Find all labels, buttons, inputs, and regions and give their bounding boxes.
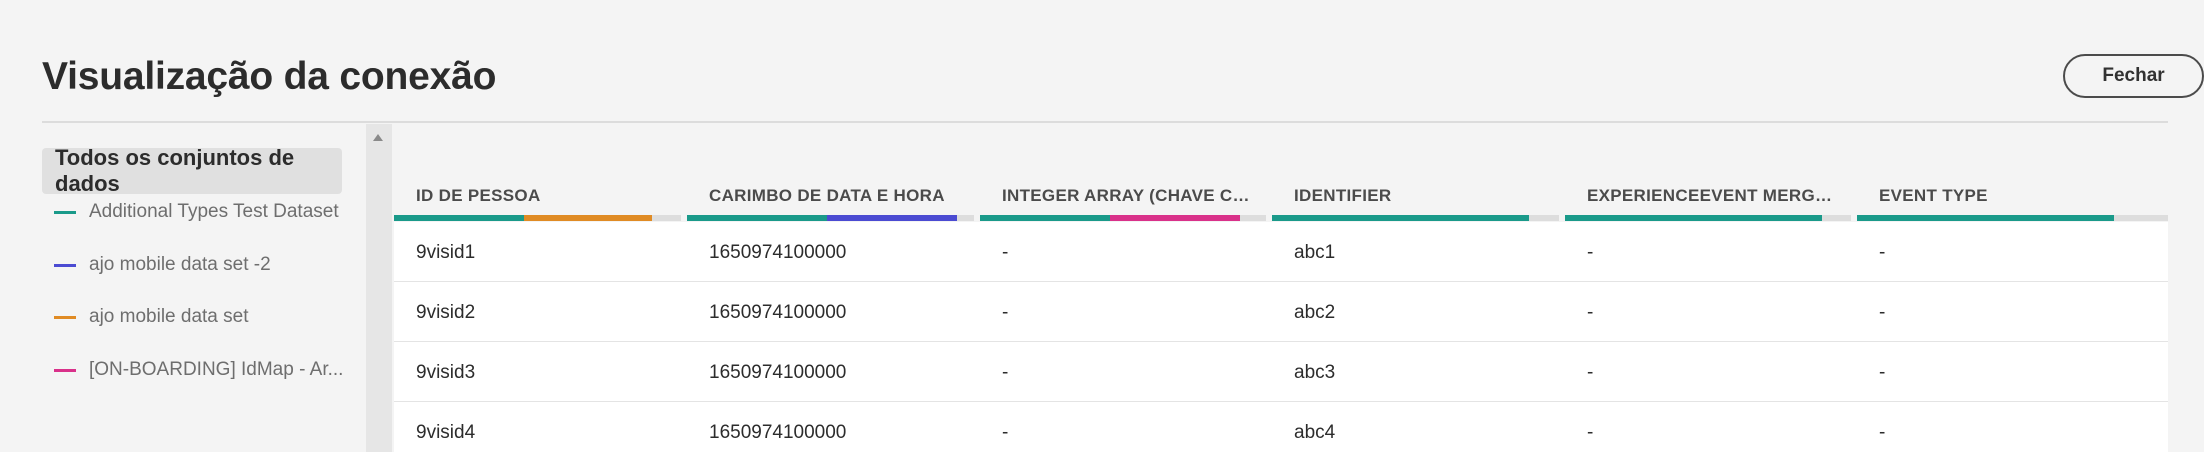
table-cell: - <box>1002 362 1009 383</box>
table-row: 9visid2 1650974100000 - abc2 - - <box>394 282 2168 342</box>
column-dataset-bar <box>1272 215 1559 221</box>
table-cell: 9visid1 <box>416 242 476 263</box>
table-cell: 9visid3 <box>416 362 476 383</box>
dataset-label: Additional Types Test Dataset <box>89 201 339 222</box>
dataset-color-swatch <box>54 210 76 214</box>
table-cell: - <box>1587 362 1594 383</box>
column-dataset-bar <box>1565 215 1851 221</box>
scroll-up-arrow-icon[interactable] <box>373 134 383 141</box>
sidebar-scrollbar[interactable] <box>366 124 392 452</box>
table-cell: - <box>1002 302 1009 323</box>
dataset-item[interactable]: [ON-BOARDING] IdMap - Ar... <box>54 355 343 385</box>
dataset-bar-segment <box>1110 215 1240 221</box>
table-cell: abc1 <box>1294 242 1336 263</box>
table-cell: - <box>1879 242 1886 263</box>
dataset-color-swatch <box>54 315 76 319</box>
close-button[interactable]: Fechar <box>2063 54 2204 98</box>
column-dataset-bar <box>687 215 974 221</box>
column-header[interactable]: IDENTIFIER <box>1294 186 1391 206</box>
header-divider <box>42 121 2168 123</box>
dataset-label: [ON-BOARDING] IdMap - Ar... <box>89 359 344 380</box>
table-cell: 1650974100000 <box>709 302 847 323</box>
all-datasets-item[interactable]: Todos os conjuntos de dados <box>42 145 342 196</box>
dataset-label: ajo mobile data set -2 <box>89 254 271 275</box>
dataset-bar-segment <box>524 215 652 221</box>
dataset-item[interactable]: ajo mobile data set <box>54 302 249 332</box>
table-cell: - <box>1587 422 1594 443</box>
connection-preview-page: Visualização da conexão Fechar Todos os … <box>0 0 2204 452</box>
dataset-bar-segment <box>827 215 957 221</box>
table-cell: abc3 <box>1294 362 1336 383</box>
dataset-item[interactable]: Additional Types Test Dataset <box>54 197 339 227</box>
dataset-bar-segment <box>1272 215 1529 221</box>
page-title: Visualização da conexão <box>42 55 497 98</box>
table-cell: - <box>1587 302 1594 323</box>
table-cell: 9visid2 <box>416 302 476 323</box>
column-header[interactable]: INTEGER ARRAY (CHAVE COR... <box>1002 186 1258 206</box>
dataset-bar-segment <box>1565 215 1822 221</box>
table-row: 9visid3 1650974100000 - abc3 - - <box>394 342 2168 402</box>
table-header: ID DE PESSOA CARIMBO DE DATA E HORA INTEGE… <box>394 124 2168 222</box>
table-row: 9visid1 1650974100000 - abc1 - - <box>394 222 2168 282</box>
dataset-color-swatch <box>54 368 76 372</box>
table-cell: - <box>1587 242 1594 263</box>
dataset-bar-segment <box>394 215 524 221</box>
table-cell: 1650974100000 <box>709 362 847 383</box>
table-cell: 1650974100000 <box>709 242 847 263</box>
table-row: 9visid4 1650974100000 - abc4 - - <box>394 402 2168 452</box>
table-cell: - <box>1879 422 1886 443</box>
column-header[interactable]: EVENT TYPE <box>1879 186 1988 206</box>
table-cell: 1650974100000 <box>709 422 847 443</box>
dataset-bar-segment <box>980 215 1110 221</box>
column-header[interactable]: CARIMBO DE DATA E HORA <box>709 186 945 206</box>
dataset-label: ajo mobile data set <box>89 306 249 327</box>
column-dataset-bar <box>394 215 681 221</box>
table-cell: - <box>1002 242 1009 263</box>
table-cell: abc4 <box>1294 422 1336 443</box>
dataset-sidebar: Todos os conjuntos de dados Additional T… <box>42 145 366 452</box>
table-cell: 9visid4 <box>416 422 476 443</box>
dataset-bar-segment <box>687 215 827 221</box>
dataset-item[interactable]: ajo mobile data set -2 <box>54 250 271 280</box>
table-cell: - <box>1002 422 1009 443</box>
preview-table: ID DE PESSOA CARIMBO DE DATA E HORA INTEGE… <box>394 124 2168 452</box>
table-cell: - <box>1879 362 1886 383</box>
dataset-bar-segment <box>1857 215 2114 221</box>
column-dataset-bar <box>1857 215 2168 221</box>
column-dataset-bar <box>980 215 1266 221</box>
column-header[interactable]: ID DE PESSOA <box>416 186 541 206</box>
column-header[interactable]: EXPERIENCEEVENT MERGE ID <box>1587 186 1843 206</box>
table-body: 9visid1 1650974100000 - abc1 - - 9visid2 165097… <box>394 222 2168 452</box>
table-cell: - <box>1879 302 1886 323</box>
table-cell: abc2 <box>1294 302 1336 323</box>
dataset-color-swatch <box>54 263 76 267</box>
